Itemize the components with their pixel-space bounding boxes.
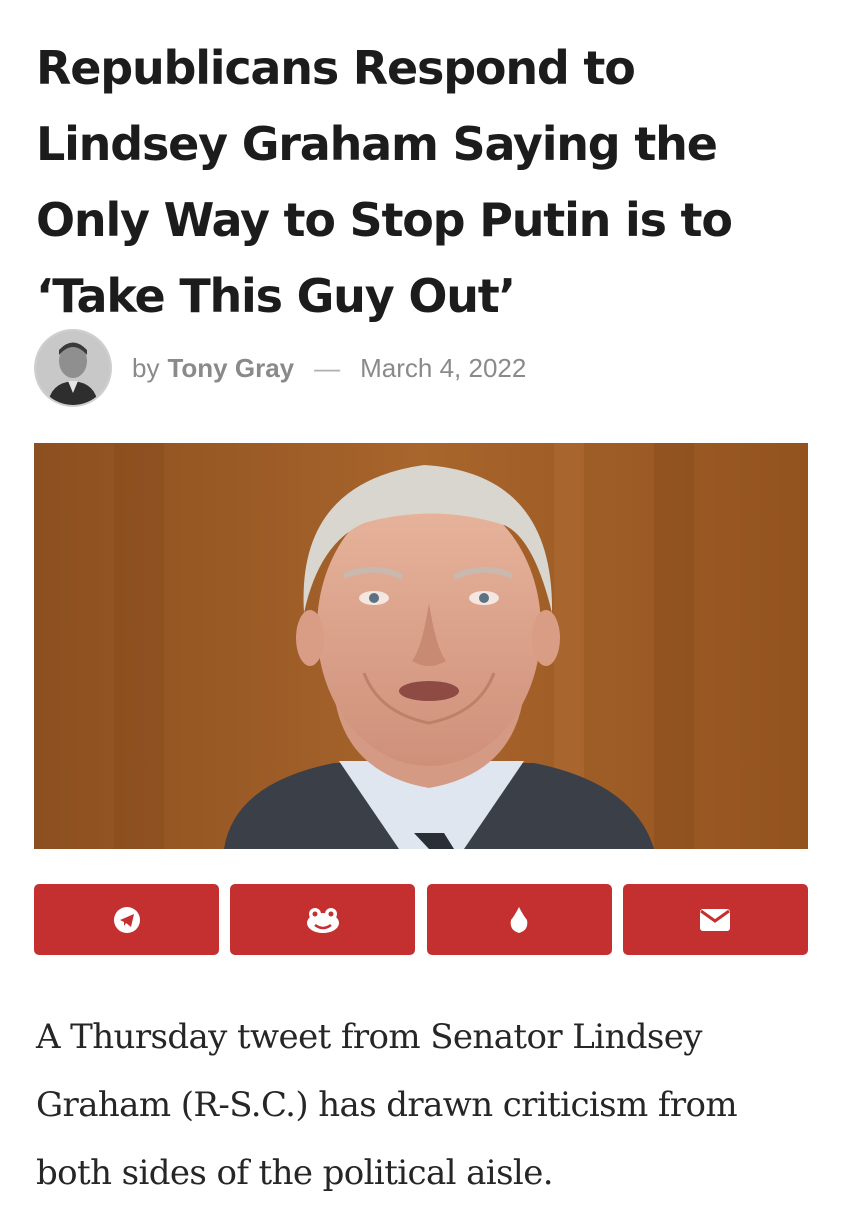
article-lead-paragraph: A Thursday tweet from Senator Lindsey Gr… [36,1017,738,1193]
flame-icon [510,906,528,933]
share-email-button[interactable] [622,884,808,955]
byline-prefix: by [132,352,160,383]
gettr-frog-icon [306,907,339,933]
share-bar [34,884,808,955]
article-hero-image [34,443,808,849]
byline: by Tony Gray — March 4, 2022 [34,329,526,407]
share-flame-button[interactable] [426,884,612,955]
publish-date: March 4, 2022 [360,352,527,383]
author-avatar[interactable] [34,329,112,407]
telegram-icon [113,906,140,933]
envelope-icon [700,908,731,931]
author-name-link[interactable]: Tony Gray [167,353,294,384]
byline-separator: — [314,352,341,383]
share-gettr-button[interactable] [230,884,416,955]
article-headline: Republicans Respond to Lindsey Graham Sa… [36,41,733,323]
share-telegram-button[interactable] [34,884,219,955]
